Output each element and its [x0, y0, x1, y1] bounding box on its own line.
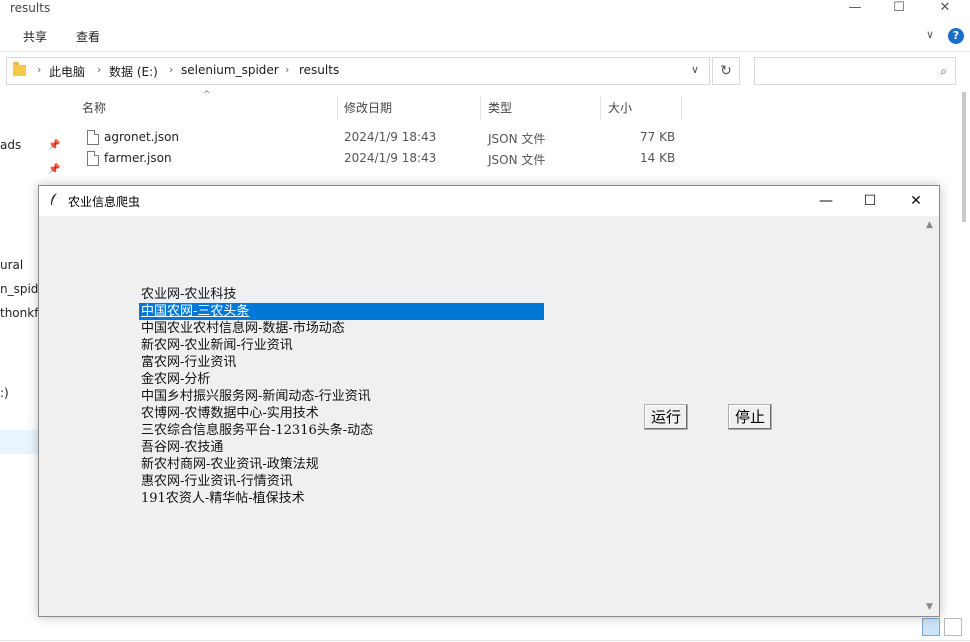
nav-item-downloads[interactable]: ads	[0, 138, 21, 152]
file-size: 77 KB	[640, 130, 676, 144]
search-icon: ⌕	[940, 64, 947, 78]
breadcrumb-this-pc[interactable]: 此电脑	[49, 63, 85, 80]
list-item[interactable]: 191农资人-精华帖-植保技术	[139, 490, 544, 507]
sort-ascending-icon: ^	[203, 90, 211, 100]
breadcrumb-selenium-spider[interactable]: selenium_spider	[181, 63, 279, 77]
column-divider[interactable]	[600, 96, 601, 120]
details-view-icon[interactable]	[922, 618, 940, 636]
tk-minimize-button[interactable]: —	[803, 186, 849, 216]
status-divider	[0, 640, 970, 641]
file-size: 14 KB	[640, 151, 676, 165]
list-item[interactable]: 农博网-农博数据中心-实用技术	[139, 405, 544, 422]
list-item[interactable]: 农业网-农业科技	[139, 286, 544, 303]
column-header-size[interactable]: 大小	[608, 99, 632, 116]
scroll-up-icon[interactable]: ▲	[926, 220, 933, 230]
tk-client-area: 农业网-农业科技 中国农网-三农头条 中国农业农村信息网-数据-市场动态 新农网…	[39, 216, 939, 616]
breadcrumb-results[interactable]: results	[299, 63, 339, 77]
file-row[interactable]: agronet.json 2024/1/9 18:43 JSON 文件 77 K…	[82, 128, 682, 149]
column-header-date[interactable]: 修改日期	[344, 99, 392, 116]
search-input[interactable]: ⌕	[754, 57, 956, 85]
list-item[interactable]: 富农网-行业资讯	[139, 354, 544, 371]
pin-icon: 📌	[48, 140, 61, 151]
pin-icon: 📌	[48, 164, 61, 175]
help-icon[interactable]: ?	[948, 28, 964, 44]
tk-app-window: 农业信息爬虫 — ☐ ✕ 农业网-农业科技 中国农网-三农头条 中国农业农村信息…	[38, 185, 940, 617]
ribbon-tab-view[interactable]: 查看	[76, 28, 100, 45]
folder-icon	[13, 62, 26, 76]
file-type: JSON 文件	[488, 132, 546, 146]
large-icons-view-icon[interactable]	[944, 618, 962, 636]
breadcrumb-separator-icon: ›	[169, 63, 174, 76]
address-bar[interactable]: › 此电脑 › 数据 (E:) › selenium_spider › resu…	[6, 57, 710, 85]
ribbon-divider	[0, 51, 970, 52]
file-date: 2024/1/9 18:43	[344, 130, 437, 144]
run-button[interactable]: 运行	[644, 404, 688, 430]
list-item[interactable]: 金农网-分析	[139, 371, 544, 388]
refresh-icon[interactable]: ↻	[712, 57, 740, 85]
list-item[interactable]: 中国乡村振兴服务网-新闻动态-行业资讯	[139, 388, 544, 405]
json-file-icon	[87, 130, 99, 145]
list-item[interactable]: 中国农业农村信息网-数据-市场动态	[139, 320, 544, 337]
address-dropdown-chevron-icon[interactable]: ∨	[691, 63, 699, 76]
column-header-name[interactable]: 名称	[82, 99, 106, 116]
list-item-selected[interactable]: 中国农网-三农头条	[139, 303, 544, 320]
column-divider[interactable]	[480, 96, 481, 120]
nav-selected-highlight	[0, 430, 40, 454]
nav-item-drive[interactable]: :)	[0, 386, 9, 400]
tk-close-button[interactable]: ✕	[893, 186, 939, 216]
column-header-type[interactable]: 类型	[488, 99, 512, 116]
site-listbox[interactable]: 农业网-农业科技 中国农网-三农头条 中国农业农村信息网-数据-市场动态 新农网…	[139, 286, 544, 507]
file-date: 2024/1/9 18:43	[344, 151, 437, 165]
tk-scrollbar[interactable]: ▲ ▼	[923, 216, 939, 616]
explorer-maximize-button[interactable]: ☐	[876, 0, 922, 18]
explorer-minimize-button[interactable]: —	[832, 0, 878, 18]
breadcrumb-separator-icon: ›	[285, 63, 290, 76]
nav-item-agricultural[interactable]: ural	[0, 258, 23, 272]
file-row[interactable]: farmer.json 2024/1/9 18:43 JSON 文件 14 KB	[82, 149, 682, 170]
list-item[interactable]: 惠农网-行业资讯-行情资讯	[139, 473, 544, 490]
file-name: agronet.json	[104, 130, 180, 144]
breadcrumb-drive-e[interactable]: 数据 (E:)	[109, 63, 158, 80]
list-item[interactable]: 新农村商网-农业资讯-政策法规	[139, 456, 544, 473]
json-file-icon	[87, 151, 99, 166]
ribbon-tab-share[interactable]: 共享	[23, 28, 47, 45]
explorer-scrollbar[interactable]	[958, 92, 970, 612]
list-item[interactable]: 吾谷网-农技通	[139, 439, 544, 456]
list-item[interactable]: 新农网-农业新闻-行业资讯	[139, 337, 544, 354]
stop-button[interactable]: 停止	[728, 404, 772, 430]
explorer-close-button[interactable]: ✕	[922, 0, 968, 18]
breadcrumb-separator-icon: ›	[37, 63, 42, 76]
scrollbar-thumb[interactable]	[962, 92, 966, 222]
scroll-down-icon[interactable]: ▼	[926, 602, 933, 612]
column-divider[interactable]	[681, 96, 682, 120]
tk-titlebar[interactable]: 农业信息爬虫 — ☐ ✕	[39, 186, 939, 216]
feather-icon	[49, 192, 59, 209]
column-divider[interactable]	[337, 96, 338, 120]
breadcrumb-separator-icon: ›	[97, 63, 102, 76]
tk-window-title: 农业信息爬虫	[68, 195, 141, 209]
file-name: farmer.json	[104, 151, 172, 165]
file-type: JSON 文件	[488, 153, 546, 167]
ribbon-expand-chevron-icon[interactable]: ∨	[926, 28, 934, 41]
list-item[interactable]: 三农综合信息服务平台-12316头条-动态	[139, 422, 544, 439]
tk-maximize-button[interactable]: ☐	[847, 186, 893, 216]
explorer-window-title: results	[10, 1, 51, 15]
